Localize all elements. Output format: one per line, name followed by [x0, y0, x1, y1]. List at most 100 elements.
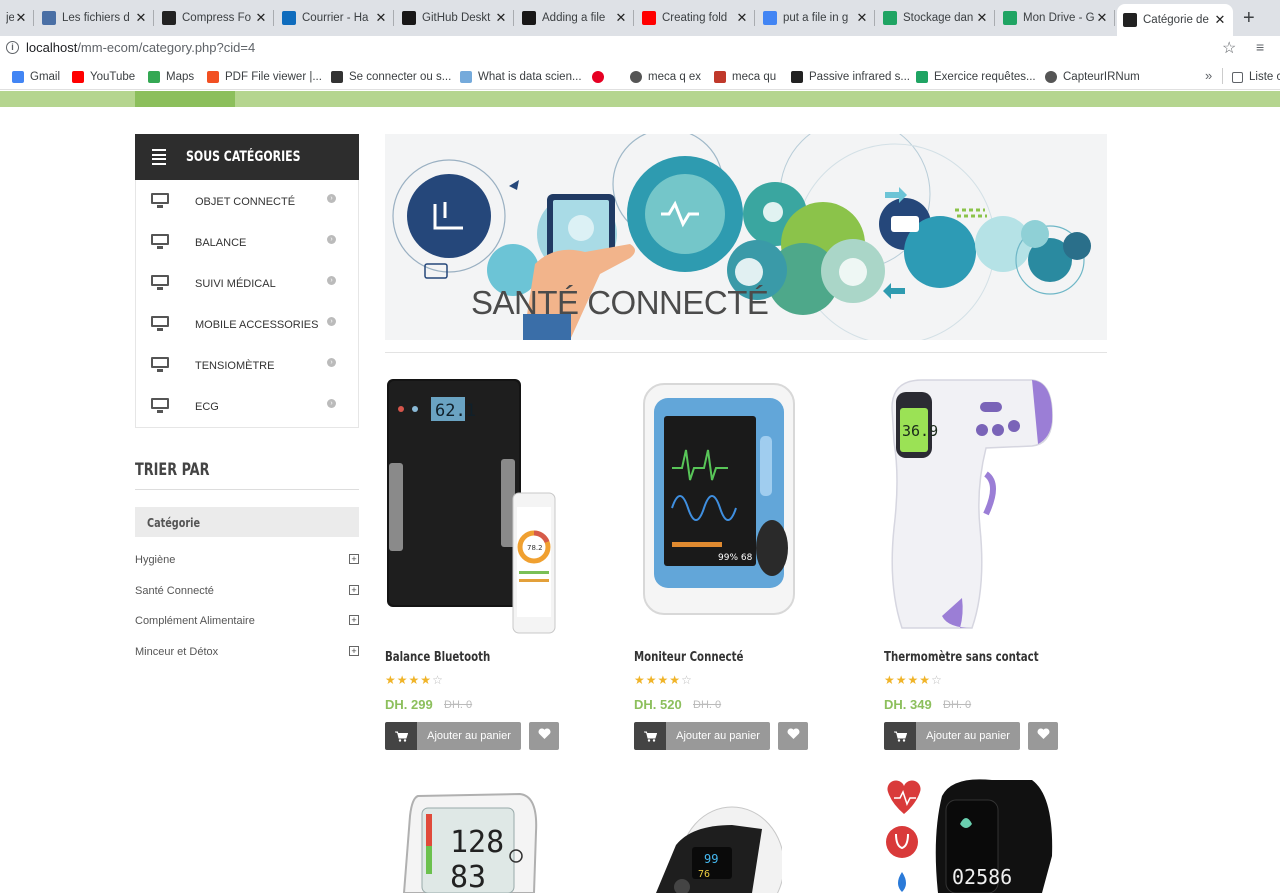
browser-tab[interactable]: put a file in g ✕ — [757, 4, 875, 32]
new-tab-button[interactable]: + — [1243, 7, 1255, 30]
bookmark-item[interactable]: meca q ex — [630, 69, 701, 85]
bookmark-item[interactable]: Gmail — [12, 69, 60, 85]
bookmark-item[interactable]: meca qu — [714, 69, 776, 85]
address-bar[interactable]: i localhost/mm-ecom/category.php?cid=4 ☆… — [0, 36, 1280, 62]
browser-tab[interactable]: Courrier - Ha ✕ — [276, 4, 394, 32]
wishlist-button[interactable] — [529, 722, 559, 750]
star-icon: ★ — [884, 673, 896, 687]
bookmark-label: PDF File viewer |... — [225, 71, 322, 83]
expand-plus-icon[interactable]: + — [349, 585, 359, 595]
tab-search-icon[interactable]: ≡ — [1256, 39, 1264, 55]
star-icon: ★ — [385, 673, 397, 687]
bookmarks-more-button[interactable]: » — [1205, 68, 1212, 83]
browser-tab[interactable]: Creating fold ✕ — [636, 4, 755, 32]
star-icon: ☆ — [432, 673, 444, 687]
browser-tab[interactable]: Mon Drive - G ✕ — [997, 4, 1115, 32]
monitor-icon — [151, 357, 169, 372]
category-filter-header[interactable]: Catégorie — [135, 507, 359, 537]
close-tab-icon[interactable]: ✕ — [735, 10, 749, 26]
browser-tab[interactable]: Stockage dan ✕ — [877, 4, 995, 32]
github-icon — [522, 11, 536, 25]
bookmark-item[interactable]: YouTube — [72, 69, 135, 85]
bookmark-item[interactable] — [592, 69, 610, 85]
svg-text:76: 76 — [698, 869, 710, 880]
category-filter-item[interactable]: Santé Connecté + — [135, 585, 359, 601]
browser-tab[interactable]: Compress Fo ✕ — [156, 4, 274, 32]
subcategory-item[interactable]: SUIVI MÉDICAL › — [136, 262, 358, 303]
bookmark-item[interactable]: PDF File viewer |... — [207, 69, 322, 85]
wishlist-button[interactable] — [778, 722, 808, 750]
product-image-balance[interactable]: 62.1 78.2 — [385, 375, 560, 637]
bookmark-item[interactable]: Passive infrared s... — [791, 69, 910, 85]
product-name[interactable]: Balance Bluetooth — [385, 649, 490, 665]
product-name[interactable]: Moniteur Connecté — [634, 649, 743, 665]
wishlist-button[interactable] — [1028, 722, 1058, 750]
rstudio-icon — [460, 71, 472, 83]
add-to-cart-button[interactable]: Ajouter au panier — [385, 722, 521, 750]
close-tab-icon[interactable]: ✕ — [494, 10, 508, 26]
svg-text:128: 128 — [450, 825, 504, 860]
category-filter-item[interactable]: Minceur et Détox + — [135, 646, 359, 662]
close-tab-icon[interactable]: ✕ — [1213, 12, 1227, 28]
browser-tab[interactable]: Les fichiers d ✕ — [36, 4, 154, 32]
site-info-icon[interactable]: i — [6, 41, 19, 54]
browser-tab[interactable]: GitHub Deskt ✕ — [396, 4, 514, 32]
expand-plus-icon[interactable]: + — [349, 646, 359, 656]
star-icon: ★ — [408, 673, 421, 687]
url-host: localhost — [26, 40, 78, 55]
bookmark-item[interactable]: Maps — [148, 69, 194, 85]
expand-plus-icon[interactable]: + — [349, 615, 359, 625]
bookmark-item[interactable]: Exercice requêtes... — [916, 69, 1036, 85]
category-filter-item[interactable]: Hygiène + — [135, 554, 359, 570]
product-image-moniteur[interactable]: 99% 68 — [634, 378, 804, 628]
close-tab-icon[interactable]: ✕ — [134, 10, 148, 26]
browser-tab-strip: je ✕ Les fichiers d ✕ Compress Fo ✕ Courrier -… — [0, 0, 1280, 36]
subcategory-item[interactable]: BALANCE › — [136, 221, 358, 262]
browser-tab[interactable]: Catégorie de ✕ — [1117, 4, 1233, 36]
subcategory-label: BALANCE — [195, 237, 247, 249]
close-tab-icon[interactable]: ✕ — [855, 10, 869, 26]
expand-plus-icon[interactable]: + — [349, 554, 359, 564]
url-path: /mm-ecom/category.php?cid=4 — [77, 40, 256, 55]
cart-icon — [634, 722, 666, 750]
bookmark-item[interactable]: CapteurIRNum — [1045, 69, 1140, 85]
close-tab-icon[interactable]: ✕ — [14, 10, 28, 26]
blood-pressure-monitor-image: 128 83 — [402, 792, 538, 893]
monitor-icon — [151, 193, 169, 208]
close-tab-icon[interactable]: ✕ — [1095, 10, 1109, 26]
fitness-band-image: 02586 — [886, 779, 1053, 893]
product-name[interactable]: Thermomètre sans contact — [884, 649, 1039, 665]
bookmark-star-icon[interactable]: ☆ — [1222, 38, 1236, 58]
close-tab-icon[interactable]: ✕ — [254, 10, 268, 26]
star-icon: ★ — [396, 673, 409, 687]
product-image-thermometre[interactable]: 36.9 — [882, 378, 1057, 634]
subcategory-item[interactable]: ECG › — [136, 385, 358, 426]
browser-tab[interactable]: Adding a file ✕ — [516, 4, 634, 32]
sort-divider — [135, 489, 359, 490]
browser-tab[interactable]: je ✕ — [0, 4, 34, 32]
add-to-cart-button[interactable]: Ajouter au panier — [634, 722, 770, 750]
bookmark-label: CapteurIRNum — [1063, 71, 1140, 83]
product-image-oxymetre[interactable]: 99 76 — [652, 805, 782, 893]
maps-icon — [148, 71, 160, 83]
svg-text:36.9: 36.9 — [902, 422, 938, 440]
product-image-bracelet[interactable]: 02586 — [882, 776, 1057, 893]
close-tab-icon[interactable]: ✕ — [614, 10, 628, 26]
close-tab-icon[interactable]: ✕ — [374, 10, 388, 26]
category-filter-item[interactable]: Complément Alimentaire + — [135, 615, 359, 631]
compress-icon — [162, 11, 176, 25]
product-image-tensiometre[interactable]: 128 83 — [400, 792, 545, 893]
add-to-cart-button[interactable]: Ajouter au panier — [884, 722, 1020, 750]
subcategory-item[interactable]: OBJET CONNECTÉ › — [136, 180, 358, 221]
svg-text:99% 68: 99% 68 — [718, 553, 753, 563]
browser-tab-label: put a file in g — [783, 12, 849, 24]
subcategory-item[interactable]: MOBILE ACCESSORIES › — [136, 303, 358, 344]
reading-list-button[interactable]: Liste c — [1232, 69, 1280, 85]
subcategory-item[interactable]: TENSIOMÈTRE › — [136, 344, 358, 385]
bookmark-item[interactable]: Se connecter ou s... — [331, 69, 451, 85]
star-icon: ☆ — [931, 673, 943, 687]
close-tab-icon[interactable]: ✕ — [975, 10, 989, 26]
github-icon — [402, 11, 416, 25]
url-text[interactable]: localhost/mm-ecom/category.php?cid=4 — [26, 40, 255, 55]
bookmark-item[interactable]: What is data scien... — [460, 69, 582, 85]
